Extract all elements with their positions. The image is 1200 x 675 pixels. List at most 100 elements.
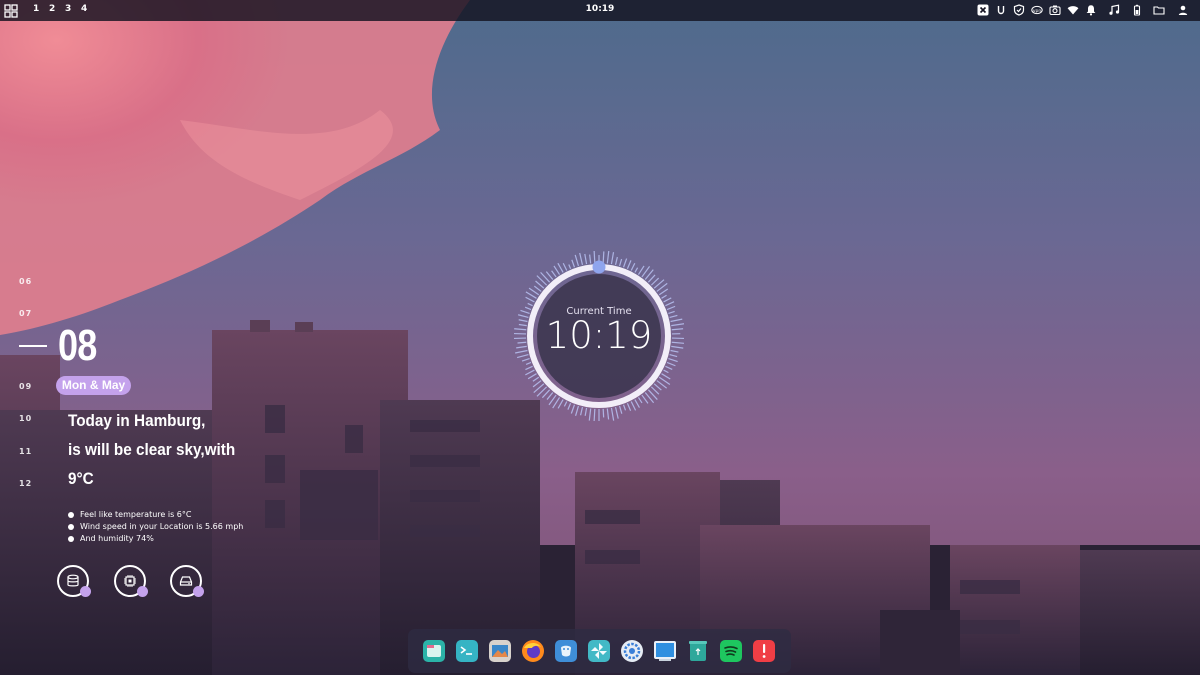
visualizer-bar (584, 253, 588, 265)
vpn-icon[interactable]: vpn (1030, 3, 1044, 17)
image-viewer-app[interactable] (488, 639, 512, 663)
visualizer-bar (669, 353, 678, 358)
visualizer-bar (670, 349, 679, 353)
u-app-icon[interactable] (994, 3, 1008, 17)
weather-headline-line: Today in Hamburg, (68, 411, 206, 430)
visualizer-bar (562, 263, 568, 271)
shield-icon[interactable] (1012, 3, 1026, 17)
visualizer-bar (518, 323, 527, 327)
visualizer-bar (516, 353, 529, 359)
weather-detail-text: Feel like temperature is 6°C (80, 510, 192, 519)
current-day-marker (19, 345, 47, 347)
visualizer-bar (574, 254, 580, 267)
visualizer-bar (606, 251, 610, 264)
weather-detail: And humidity 74% (68, 533, 243, 545)
visualizer-bar (671, 345, 684, 349)
disk-icon[interactable] (170, 565, 204, 597)
visualizer-bar (553, 265, 561, 275)
visualizer-bar (647, 274, 656, 283)
visualizer-bar (630, 401, 637, 411)
top-panel: 1 2 3 4 10:19 vpn (0, 0, 1200, 21)
wifi-icon[interactable] (1066, 3, 1080, 17)
bullet-dot (68, 536, 74, 542)
visualizer-bar (666, 361, 676, 367)
database-icon[interactable] (57, 565, 91, 597)
visualizer-bar (589, 254, 592, 264)
visualizer-bar (527, 373, 537, 380)
x-app-icon[interactable] (976, 3, 990, 17)
visualizer-bar (668, 357, 678, 363)
day-tick: 07 (19, 309, 33, 318)
visualizer-bar (514, 328, 527, 331)
visualizer-bar (634, 267, 639, 273)
battery-icon[interactable] (1130, 3, 1144, 17)
visualizer-bar (663, 297, 672, 303)
current-day: 08 (58, 321, 97, 370)
alert-app[interactable] (752, 639, 776, 663)
user-icon[interactable] (1176, 3, 1190, 17)
finder-app[interactable] (554, 639, 578, 663)
visualizer-bar (626, 403, 632, 411)
stat-badge (80, 586, 91, 597)
terminal-app[interactable] (455, 639, 479, 663)
visualizer-bar (593, 251, 596, 264)
visualizer-bar (517, 341, 527, 344)
visualizer-bar (641, 394, 649, 404)
music-icon[interactable] (1107, 3, 1121, 17)
visualizer-bar (650, 277, 660, 286)
cpu-icon[interactable] (114, 565, 148, 597)
bell-icon[interactable] (1084, 3, 1098, 17)
stat-badge (193, 586, 204, 597)
visualizer-bar (626, 260, 632, 269)
day-tick: 10 (19, 414, 33, 423)
visualizer-bar (610, 252, 615, 265)
app-dock (408, 629, 791, 673)
visualizer-bar (517, 314, 529, 319)
weather-headline-line: is will be clear sky,with (68, 440, 236, 459)
weather-detail-text: Wind speed in your Location is 5.66 mph (80, 522, 244, 531)
trash-app[interactable] (686, 639, 710, 663)
clock-time: 10:19 (545, 314, 653, 357)
visualizer-bar (593, 408, 596, 421)
settings-app[interactable] (620, 639, 644, 663)
visualizer-bar (525, 369, 535, 376)
visualizer-bar (520, 309, 530, 315)
visualizer-bar (622, 258, 628, 268)
spotify-app[interactable] (719, 639, 743, 663)
workspace-2[interactable]: 2 (49, 4, 55, 14)
folder-icon[interactable] (1152, 3, 1166, 17)
visualizer-bar (618, 258, 623, 267)
weather-detail: Feel like temperature is 6°C (68, 509, 243, 521)
firefox-app[interactable] (521, 639, 545, 663)
workspace-3[interactable]: 3 (65, 4, 71, 14)
file-manager-app[interactable] (422, 639, 446, 663)
pinwheel-app[interactable] (587, 639, 611, 663)
bullet-dot (68, 512, 74, 518)
weather-detail-text: And humidity 74% (80, 534, 154, 543)
visualizer-bar (532, 376, 540, 382)
workspace-4[interactable]: 4 (81, 4, 87, 14)
visualizer-bar (671, 341, 684, 344)
visualizer-bar (610, 407, 615, 421)
visualizer-bar (634, 399, 640, 408)
screenshot-icon[interactable] (1048, 3, 1062, 17)
workspace-1[interactable]: 1 (33, 4, 39, 14)
desktop-app[interactable] (653, 639, 677, 663)
visualizer-bar (658, 288, 669, 296)
date-pill: Mon & May (56, 376, 131, 395)
visualizer-bar (602, 251, 605, 264)
app-grid-icon[interactable] (4, 3, 18, 18)
visualizer-bar (525, 361, 532, 365)
visualizer-bar (637, 397, 643, 404)
visualizer-bar (535, 280, 545, 289)
visualizer-bar (584, 407, 588, 416)
visualizer-bar (545, 271, 554, 280)
visualizer-bar (563, 401, 568, 407)
visualizer-bar (650, 386, 660, 395)
weather-headline-line: 9°C (68, 469, 94, 488)
visualizer-bar (518, 319, 528, 323)
weather-details: Feel like temperature is 6°C Wind speed … (68, 509, 243, 545)
day-tick: 11 (19, 447, 33, 456)
visualizer-bar (570, 404, 576, 414)
day-tick: 06 (19, 277, 33, 286)
